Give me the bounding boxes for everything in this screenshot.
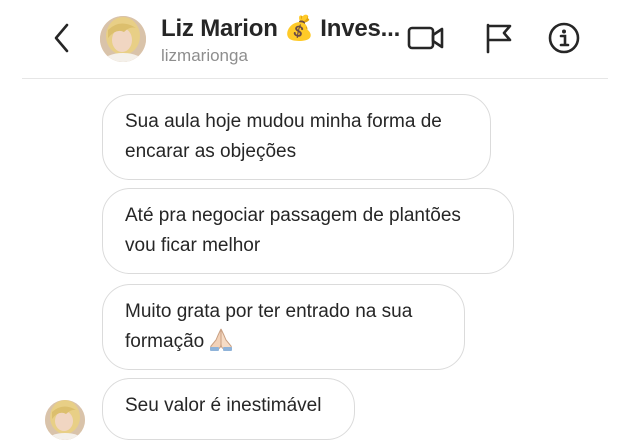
- conversation-title-block[interactable]: Liz Marion 💰 Inves... lizmarionga: [161, 14, 401, 67]
- dm-conversation-screen: Liz Marion 💰 Inves... lizmarionga Sua au…: [0, 0, 630, 444]
- message-bubble[interactable]: Seu valor é inestimável: [102, 378, 355, 440]
- avatar[interactable]: [100, 16, 146, 62]
- back-button[interactable]: [44, 20, 80, 60]
- flag-icon: [482, 22, 514, 59]
- header-divider: [22, 78, 608, 79]
- message-bubble[interactable]: Até pra negociar passagem de plantões vo…: [102, 188, 514, 274]
- sender-avatar[interactable]: [45, 400, 85, 440]
- message-text: Muito grata por ter entrado na sua forma…: [125, 301, 413, 352]
- report-button[interactable]: [478, 22, 518, 58]
- message-text: Até pra negociar passagem de plantões vo…: [125, 205, 461, 256]
- message-bubble[interactable]: Muito grata por ter entrado na sua forma…: [102, 284, 465, 370]
- message-text: Sua aula hoje mudou minha forma de encar…: [125, 111, 442, 162]
- chat-header: Liz Marion 💰 Inves... lizmarionga: [0, 0, 630, 80]
- message-text: Seu valor é inestimável: [125, 395, 322, 416]
- conversation-info-button[interactable]: [544, 22, 584, 58]
- video-call-button[interactable]: [406, 22, 446, 58]
- praying-hands-icon: [208, 327, 234, 361]
- contact-username: lizmarionga: [161, 46, 248, 65]
- contact-name: Liz Marion 💰 Inves...: [161, 15, 401, 42]
- video-camera-icon: [407, 23, 445, 58]
- message-bubble[interactable]: Sua aula hoje mudou minha forma de encar…: [102, 94, 491, 180]
- info-icon: [547, 21, 581, 60]
- chevron-left-icon: [52, 22, 72, 59]
